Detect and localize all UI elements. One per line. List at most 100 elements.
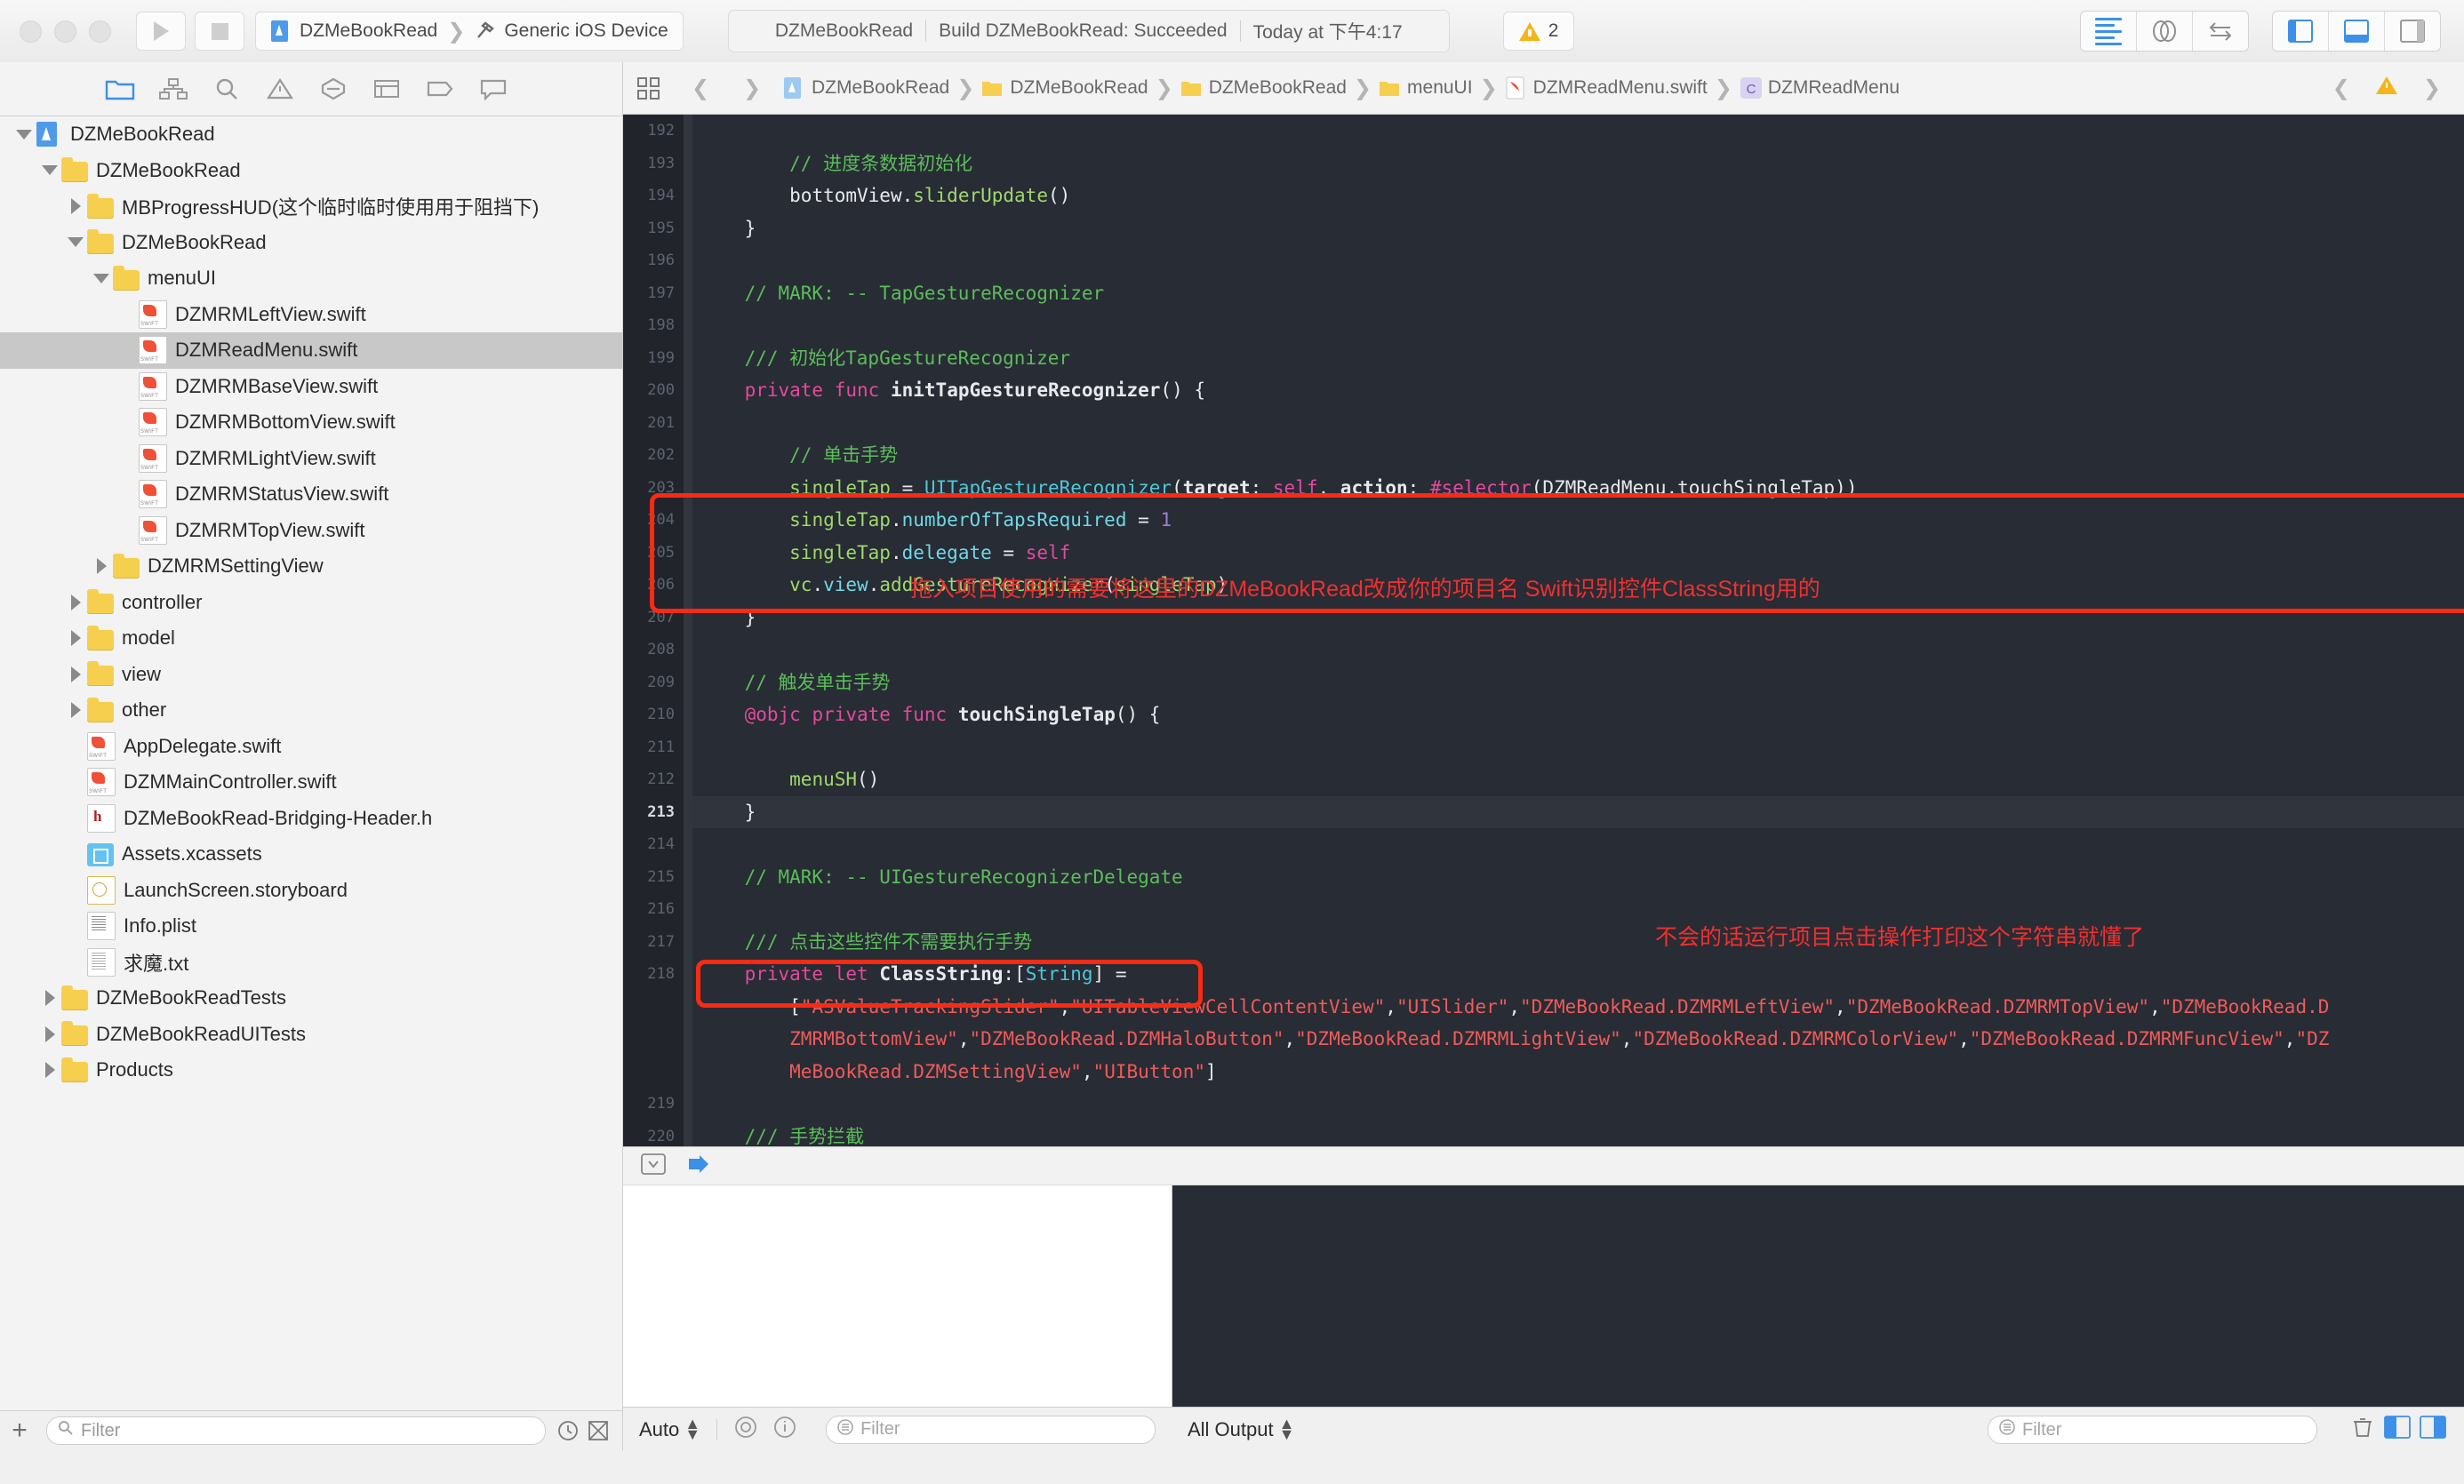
- code-line[interactable]: [692, 244, 2464, 277]
- disclosure-triangle-open[interactable]: [12, 129, 36, 140]
- code-line[interactable]: [692, 731, 2464, 764]
- previous-issue-button[interactable]: ❮: [2332, 76, 2350, 101]
- code-line[interactable]: [692, 893, 2464, 926]
- breadcrumb-item[interactable]: C DZMReadMenu: [1734, 76, 1905, 100]
- code-line[interactable]: // MARK: -- UIGestureRecognizerDelegate: [692, 861, 2464, 894]
- show-variables-button[interactable]: [2384, 1416, 2411, 1443]
- code-line[interactable]: MeBookRead.DZMSettingView","UIButton"]: [692, 1056, 2464, 1089]
- file-tree-row[interactable]: DZMRMBottomView.swift: [0, 404, 622, 441]
- file-tree-row[interactable]: menuUI: [0, 260, 622, 297]
- file-tree-row[interactable]: model: [0, 620, 622, 657]
- issues-badge[interactable]: 2: [1502, 12, 1575, 51]
- minimize-window-button[interactable]: [54, 20, 76, 43]
- disclosure-triangle-closed[interactable]: [64, 702, 87, 719]
- code-line[interactable]: // 进度条数据初始化: [692, 148, 2464, 180]
- file-tree-row[interactable]: DZMeBookReadUITests: [0, 1017, 622, 1053]
- file-tree-row[interactable]: DZMReadMenu.swift: [0, 332, 622, 369]
- file-tree-row[interactable]: MBProgressHUD(这个临时临时使用用于阻挡下): [0, 188, 622, 225]
- code-line[interactable]: private let ClassString:[String] =: [692, 958, 2464, 991]
- file-tree-row[interactable]: DZMRMLeftView.swift: [0, 297, 622, 333]
- code-line[interactable]: [692, 309, 2464, 342]
- toggle-debug-button[interactable]: [2329, 12, 2385, 51]
- code-line[interactable]: singleTap.numberOfTapsRequired = 1: [692, 504, 2464, 537]
- info-button[interactable]: [772, 1415, 797, 1444]
- file-tree-row[interactable]: other: [0, 692, 622, 729]
- code-line[interactable]: /// 手势拦截: [692, 1121, 2464, 1147]
- zoom-window-button[interactable]: [89, 20, 111, 43]
- back-button[interactable]: ❮: [675, 76, 726, 101]
- disclosure-triangle-closed[interactable]: [38, 990, 61, 1007]
- clear-console-button[interactable]: [2350, 1415, 2375, 1444]
- file-tree-row[interactable]: DZMeBookRead: [0, 116, 622, 153]
- file-tree-row[interactable]: DZMRMStatusView.swift: [0, 476, 622, 513]
- add-file-button[interactable]: +: [0, 1417, 39, 1444]
- code-text[interactable]: // 进度条数据初始化 bottomView.sliderUpdate() } …: [692, 115, 2464, 1146]
- disclosure-triangle-closed[interactable]: [64, 594, 87, 610]
- breadcrumb-item[interactable]: menuUI: [1373, 76, 1478, 100]
- code-line[interactable]: // 触发单击手势: [692, 666, 2464, 699]
- debug-toolbar[interactable]: [623, 1147, 2464, 1185]
- variables-filter-input[interactable]: Filter: [826, 1415, 1156, 1444]
- code-line[interactable]: /// 点击这些控件不需要执行手势: [692, 926, 2464, 959]
- symbol-navigator-tab[interactable]: [147, 68, 200, 109]
- code-line[interactable]: ["ASValueTrackingSlider","UITableViewCel…: [692, 991, 2464, 1024]
- editor-jump-bar[interactable]: ❮ ❯ DZMeBookRead ❯ DZMeBookRead ❯ DZMeBookRe…: [623, 62, 2464, 115]
- navigator-filter-input[interactable]: Filter: [46, 1416, 546, 1445]
- breakpoint-navigator-tab[interactable]: [413, 68, 467, 109]
- code-line[interactable]: bottomView.sliderUpdate(): [692, 180, 2464, 212]
- standard-editor-button[interactable]: [2081, 12, 2137, 51]
- auto-mode-selector[interactable]: Auto ▲ ▼: [639, 1416, 700, 1441]
- console-right-buttons[interactable]: [2350, 1415, 2446, 1444]
- file-tree-row[interactable]: DZMRMBaseView.swift: [0, 369, 622, 405]
- debug-navigator-tab[interactable]: [360, 68, 413, 109]
- breadcrumb-item[interactable]: DZMeBookRead: [778, 76, 955, 100]
- code-line[interactable]: [692, 634, 2464, 666]
- warning-icon[interactable]: [2375, 75, 2398, 102]
- toggle-navigator-button[interactable]: [2273, 12, 2329, 51]
- code-line[interactable]: singleTap = UITapGestureRecognizer(targe…: [692, 472, 2464, 505]
- code-line[interactable]: [692, 828, 2464, 861]
- next-issue-button[interactable]: ❯: [2423, 76, 2441, 101]
- related-items-button[interactable]: [623, 76, 675, 100]
- view-toggle-segmented-control[interactable]: [2272, 11, 2441, 52]
- code-line[interactable]: singleTap.delegate = self: [692, 537, 2464, 570]
- version-editor-button[interactable]: [2193, 12, 2248, 51]
- code-line[interactable]: [692, 1088, 2464, 1121]
- navigator-tab-bar[interactable]: [0, 62, 622, 116]
- code-line[interactable]: }: [692, 602, 2464, 634]
- run-button[interactable]: [136, 12, 186, 51]
- project-navigator-tab[interactable]: [93, 68, 147, 109]
- code-line[interactable]: menuSH(): [692, 763, 2464, 796]
- breadcrumb-item[interactable]: DZMeBookRead: [1175, 76, 1352, 100]
- scheme-selector[interactable]: DZMeBookRead ❯ Generic iOS Device: [255, 12, 684, 51]
- assistant-editor-button[interactable]: [2137, 12, 2193, 51]
- file-tree-row[interactable]: controller: [0, 585, 622, 621]
- editor-mode-segmented-control[interactable]: [2080, 11, 2249, 52]
- disclosure-triangle-open[interactable]: [90, 273, 113, 283]
- step-over-icon[interactable]: [685, 1153, 716, 1179]
- breadcrumb[interactable]: DZMeBookRead ❯ DZMeBookRead ❯ DZMeBookRead ❯ m…: [778, 76, 1905, 101]
- recent-files-filter-button[interactable]: [553, 1416, 583, 1446]
- file-tree-row[interactable]: Products: [0, 1052, 622, 1089]
- disclosure-triangle-closed[interactable]: [90, 558, 113, 575]
- file-tree-row[interactable]: DZMRMTopView.swift: [0, 513, 622, 549]
- file-tree-row[interactable]: DZMRMLightView.swift: [0, 441, 622, 477]
- disclosure-triangle-closed[interactable]: [38, 1025, 61, 1042]
- report-navigator-tab[interactable]: [467, 68, 520, 109]
- code-line[interactable]: @objc private func touchSingleTap() {: [692, 698, 2464, 731]
- issue-navigator-tab[interactable]: [253, 68, 307, 109]
- show-console-button[interactable]: [2420, 1416, 2446, 1443]
- disclosure-triangle-closed[interactable]: [38, 1062, 61, 1079]
- file-tree-row[interactable]: DZMeBookReadTests: [0, 980, 622, 1017]
- code-line[interactable]: /// 初始化TapGestureRecognizer: [692, 342, 2464, 375]
- disclosure-triangle-closed[interactable]: [64, 666, 87, 682]
- file-tree-row[interactable]: Assets.xcassets: [0, 836, 622, 873]
- output-mode-selector[interactable]: All Output ▲ ▼: [1188, 1416, 1294, 1441]
- code-line[interactable]: ZMRMBottomView","DZMeBookRead.DZMHaloBut…: [692, 1023, 2464, 1056]
- forward-button[interactable]: ❯: [726, 76, 778, 101]
- variables-view[interactable]: [623, 1185, 1172, 1407]
- disclosure-triangle-open[interactable]: [64, 237, 87, 248]
- file-tree-row[interactable]: DZMeBookRead: [0, 225, 622, 261]
- disclosure-triangle-closed[interactable]: [64, 198, 87, 215]
- code-line[interactable]: // 单击手势: [692, 439, 2464, 472]
